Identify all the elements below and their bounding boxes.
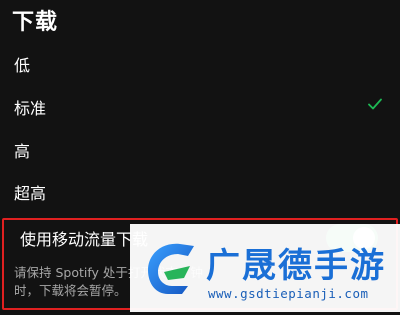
- quality-option-very-high[interactable]: 超高: [0, 174, 400, 210]
- watermark-logo-icon: [148, 243, 194, 294]
- option-label: 标准: [14, 99, 47, 118]
- quality-option-high[interactable]: 高: [0, 132, 400, 168]
- option-label: 超高: [14, 184, 47, 203]
- option-label: 低: [14, 56, 31, 75]
- check-icon: [368, 98, 382, 110]
- watermark-url: www.gsdtiepianji.com: [208, 286, 369, 301]
- quality-option-low[interactable]: 低: [0, 46, 400, 82]
- watermark: 广晟德手游 www.gsdtiepianji.com: [130, 224, 400, 312]
- section-title: 下载: [12, 10, 59, 35]
- option-label: 高: [14, 142, 31, 161]
- mobile-data-label: 使用移动流量下载: [20, 230, 149, 249]
- watermark-name: 广晟德手游: [206, 246, 386, 286]
- quality-option-standard[interactable]: 标准: [0, 89, 400, 125]
